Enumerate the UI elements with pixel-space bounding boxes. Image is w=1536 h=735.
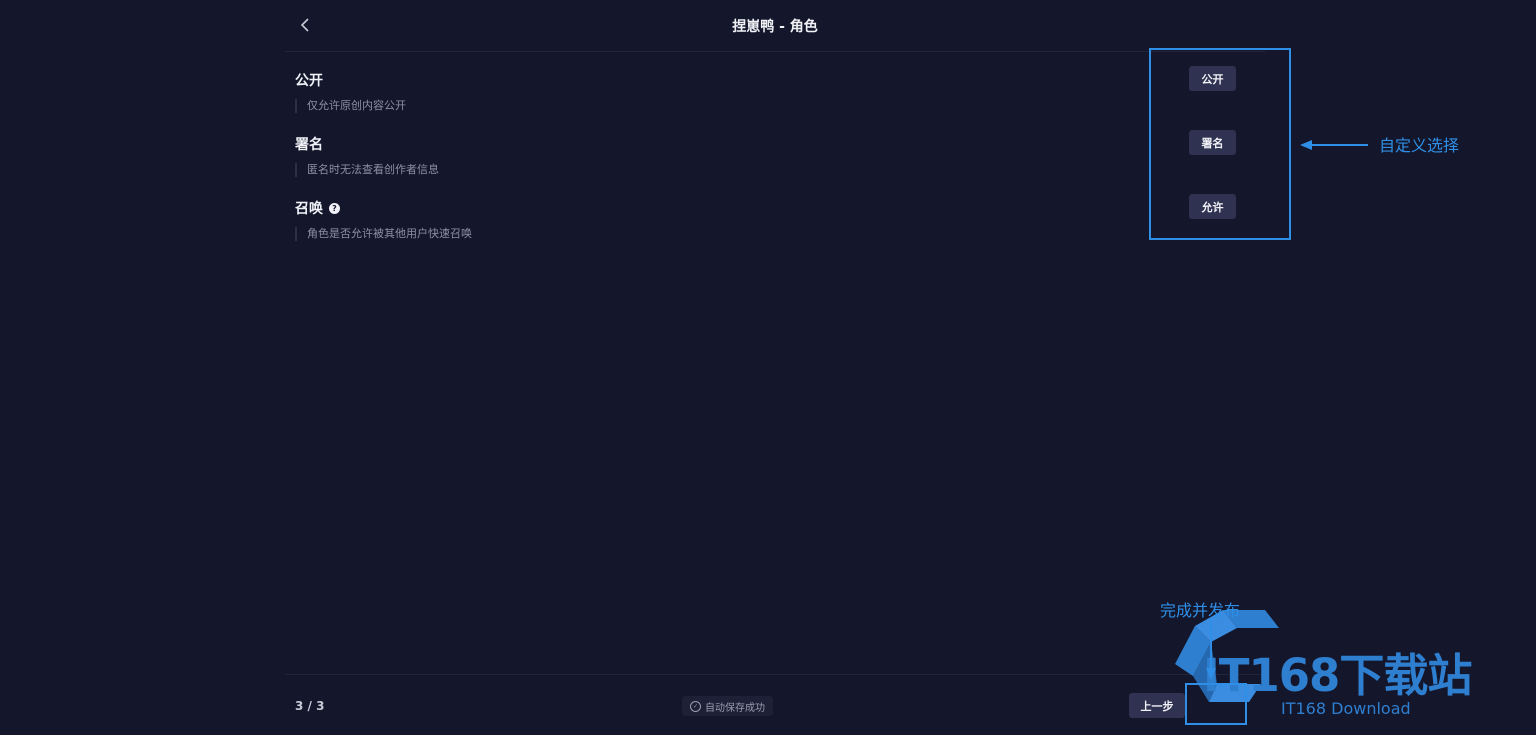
setting-description: 角色是否允许被其他用户快速召唤 xyxy=(295,227,472,241)
footer: 3 / 3 ✓ 自动保存成功 上一步 xyxy=(285,674,1265,735)
page: 捏崽鸭 - 角色 公开 仅允许原创内容公开 署名 匿名时无法查看创作者信息 召唤… xyxy=(0,0,1536,735)
help-icon[interactable]: ? xyxy=(329,202,340,214)
annotation-arrow-down-icon xyxy=(1206,618,1216,680)
setting-description: 仅允许原创内容公开 xyxy=(295,99,406,113)
check-circle-icon: ✓ xyxy=(690,700,701,712)
setting-title: 署名 xyxy=(295,137,323,153)
autosave-text: 自动保存成功 xyxy=(705,702,765,714)
header: 捏崽鸭 - 角色 xyxy=(285,0,1265,52)
annotation-arrow-icon xyxy=(1300,140,1368,150)
annotation-label-publish: 完成并发布 xyxy=(1160,601,1241,620)
annotation-box-publish xyxy=(1185,683,1247,725)
setting-summon: 召唤 ? 角色是否允许被其他用户快速召唤 xyxy=(295,198,1115,262)
setting-description: 匿名时无法查看创作者信息 xyxy=(295,163,439,177)
autosave-status: ✓ 自动保存成功 xyxy=(682,696,773,716)
annotation-label: 自定义选择 xyxy=(1379,136,1460,155)
setting-public: 公开 仅允许原创内容公开 xyxy=(295,70,1115,134)
annotation-box xyxy=(1149,48,1291,240)
step-counter: 3 / 3 xyxy=(295,699,325,713)
setting-title: 召唤 xyxy=(295,201,323,217)
settings-list: 公开 仅允许原创内容公开 署名 匿名时无法查看创作者信息 召唤 ? 角色是否允许… xyxy=(295,70,1115,262)
watermark-subtitle: IT168 Download xyxy=(1281,699,1411,718)
setting-title: 公开 xyxy=(295,73,323,89)
page-title: 捏崽鸭 - 角色 xyxy=(732,19,818,35)
setting-attribution: 署名 匿名时无法查看创作者信息 xyxy=(295,134,1115,198)
